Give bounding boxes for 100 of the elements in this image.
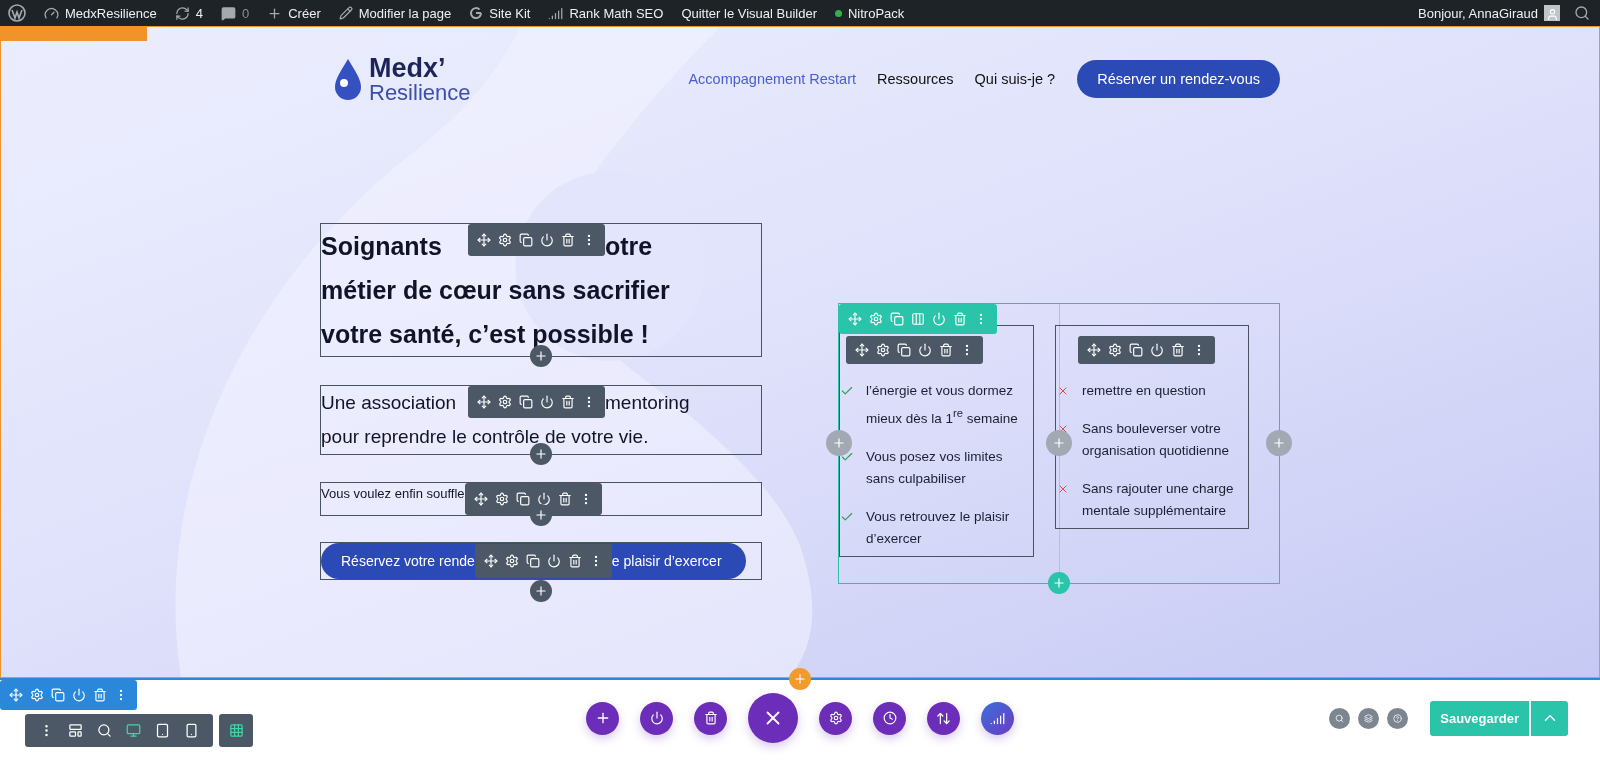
refresh-icon[interactable] <box>174 5 190 21</box>
chart-button[interactable] <box>981 701 1014 735</box>
copy-icon[interactable] <box>1129 343 1143 357</box>
settings-icon[interactable] <box>1108 343 1122 357</box>
list-item-text: remettre en question <box>1082 382 1207 400</box>
admin-bar-link[interactable]: Modifier la page <box>358 5 452 21</box>
layers-button[interactable] <box>1358 707 1380 729</box>
copy-icon[interactable] <box>519 395 533 409</box>
settings-icon[interactable] <box>498 233 512 247</box>
dashboard-icon[interactable] <box>44 5 59 21</box>
zoom-icon[interactable] <box>97 723 112 738</box>
copy-icon[interactable] <box>897 343 911 357</box>
add-module-button[interactable] <box>530 580 552 602</box>
list-item-text: Sans bouleverser votre organisation quotidienne <box>1082 420 1231 460</box>
grid-toggle[interactable] <box>219 714 253 747</box>
plus-icon <box>1052 436 1066 451</box>
move-icon[interactable] <box>855 343 869 357</box>
admin-bar-link[interactable]: 4 <box>195 5 203 21</box>
copy-icon[interactable] <box>515 492 530 506</box>
settings-icon[interactable] <box>504 554 519 568</box>
search-icon <box>1335 712 1345 724</box>
tablet-view-icon[interactable] <box>155 723 170 738</box>
admin-bar-link[interactable]: 0 <box>242 5 250 21</box>
move-icon[interactable] <box>483 554 498 568</box>
desktop-view-icon[interactable] <box>126 723 141 738</box>
settings-icon[interactable] <box>494 492 509 506</box>
history-button[interactable] <box>873 701 906 735</box>
sitekit-icon[interactable] <box>469 6 484 20</box>
nav-link[interactable]: Ressources <box>877 71 954 87</box>
text-fragment: Soignants <box>321 231 443 262</box>
power-icon[interactable] <box>546 554 561 568</box>
add-module-button[interactable] <box>530 504 552 526</box>
move-icon[interactable] <box>1087 343 1101 357</box>
move-icon[interactable] <box>477 395 491 409</box>
text-fragment: Une association <box>321 391 458 415</box>
search-icon[interactable] <box>1574 5 1590 21</box>
text-fragment: pour reprendre le contrôle de votre vie. <box>321 425 649 449</box>
trash-icon[interactable] <box>939 343 953 357</box>
power-icon[interactable] <box>918 343 932 357</box>
trash-icon[interactable] <box>93 688 107 702</box>
trash-icon[interactable] <box>561 395 575 409</box>
wireframe-icon[interactable] <box>68 723 83 738</box>
nav-link[interactable]: Accompagnement Restart <box>688 71 857 87</box>
power-icon[interactable] <box>72 688 86 702</box>
pencil-icon[interactable] <box>338 6 353 20</box>
logo-name: Medx’ <box>369 54 447 82</box>
list-item-text: Vous posez vos limites sans culpabiliser <box>866 447 1004 488</box>
comment-icon[interactable] <box>221 5 236 21</box>
close-button[interactable] <box>748 693 798 743</box>
clock-icon <box>882 711 897 725</box>
plus-icon <box>832 436 846 451</box>
power-icon[interactable] <box>540 395 554 409</box>
add-button[interactable] <box>586 701 619 735</box>
plus-icon <box>793 672 807 686</box>
help-button[interactable] <box>1387 707 1409 729</box>
wordpress-icon[interactable] <box>8 4 26 22</box>
copy-icon[interactable] <box>51 688 65 702</box>
copy-icon[interactable] <box>525 554 540 568</box>
phone-icon <box>184 723 199 738</box>
phone-view-icon[interactable] <box>184 723 199 738</box>
plus-icon <box>534 447 548 461</box>
greeting-link[interactable]: Bonjour, AnnaGiraud <box>1418 5 1538 21</box>
admin-bar-link[interactable]: NitroPack <box>848 5 905 21</box>
layers-icon <box>1364 712 1374 724</box>
settings-icon[interactable] <box>30 688 44 702</box>
trash-icon[interactable] <box>557 492 572 506</box>
admin-bar-link[interactable]: Site Kit <box>489 5 531 21</box>
power-icon[interactable] <box>536 492 551 506</box>
settings-icon[interactable] <box>498 395 512 409</box>
move-icon[interactable] <box>477 233 491 247</box>
user-icon <box>1545 8 1559 21</box>
plus-icon[interactable] <box>267 5 283 21</box>
power-button[interactable] <box>640 701 673 735</box>
trash-icon[interactable] <box>567 554 582 568</box>
add-module-button[interactable] <box>530 443 552 465</box>
admin-bar-link[interactable]: Créer <box>288 5 321 21</box>
admin-bar-link[interactable]: MedxResilience <box>65 5 157 21</box>
trash-button[interactable] <box>694 701 727 735</box>
trash-icon[interactable] <box>561 233 575 247</box>
power-icon[interactable] <box>1150 343 1164 357</box>
admin-bar-link[interactable]: Rank Math SEO <box>569 5 664 21</box>
logo-tagline: Resilience <box>369 81 471 104</box>
sort-button[interactable] <box>927 701 960 735</box>
tablet-icon <box>155 723 170 738</box>
nav-link[interactable]: Qui suis-je ? <box>974 71 1056 87</box>
settings-button[interactable] <box>819 701 852 735</box>
text-fragment: votre santé, c’est possible ! <box>321 319 649 350</box>
move-icon[interactable] <box>9 688 23 702</box>
plus-icon <box>534 349 548 363</box>
trash-icon[interactable] <box>1171 343 1185 357</box>
booking-button[interactable]: Réserver un rendez-vous <box>1077 60 1280 98</box>
settings-icon[interactable] <box>876 343 890 357</box>
chart-icon[interactable] <box>548 5 564 21</box>
admin-bar-link[interactable]: Quitter le Visual Builder <box>681 5 817 21</box>
list-item-text: Vous retrouvez le plaisir d’exercer <box>866 507 1011 548</box>
power-icon[interactable] <box>540 233 554 247</box>
move-icon[interactable] <box>473 492 488 506</box>
cta-button[interactable]: Réservez votre rende e plaisir d’exercer <box>321 543 746 579</box>
search-button[interactable] <box>1329 707 1351 729</box>
copy-icon[interactable] <box>519 233 533 247</box>
